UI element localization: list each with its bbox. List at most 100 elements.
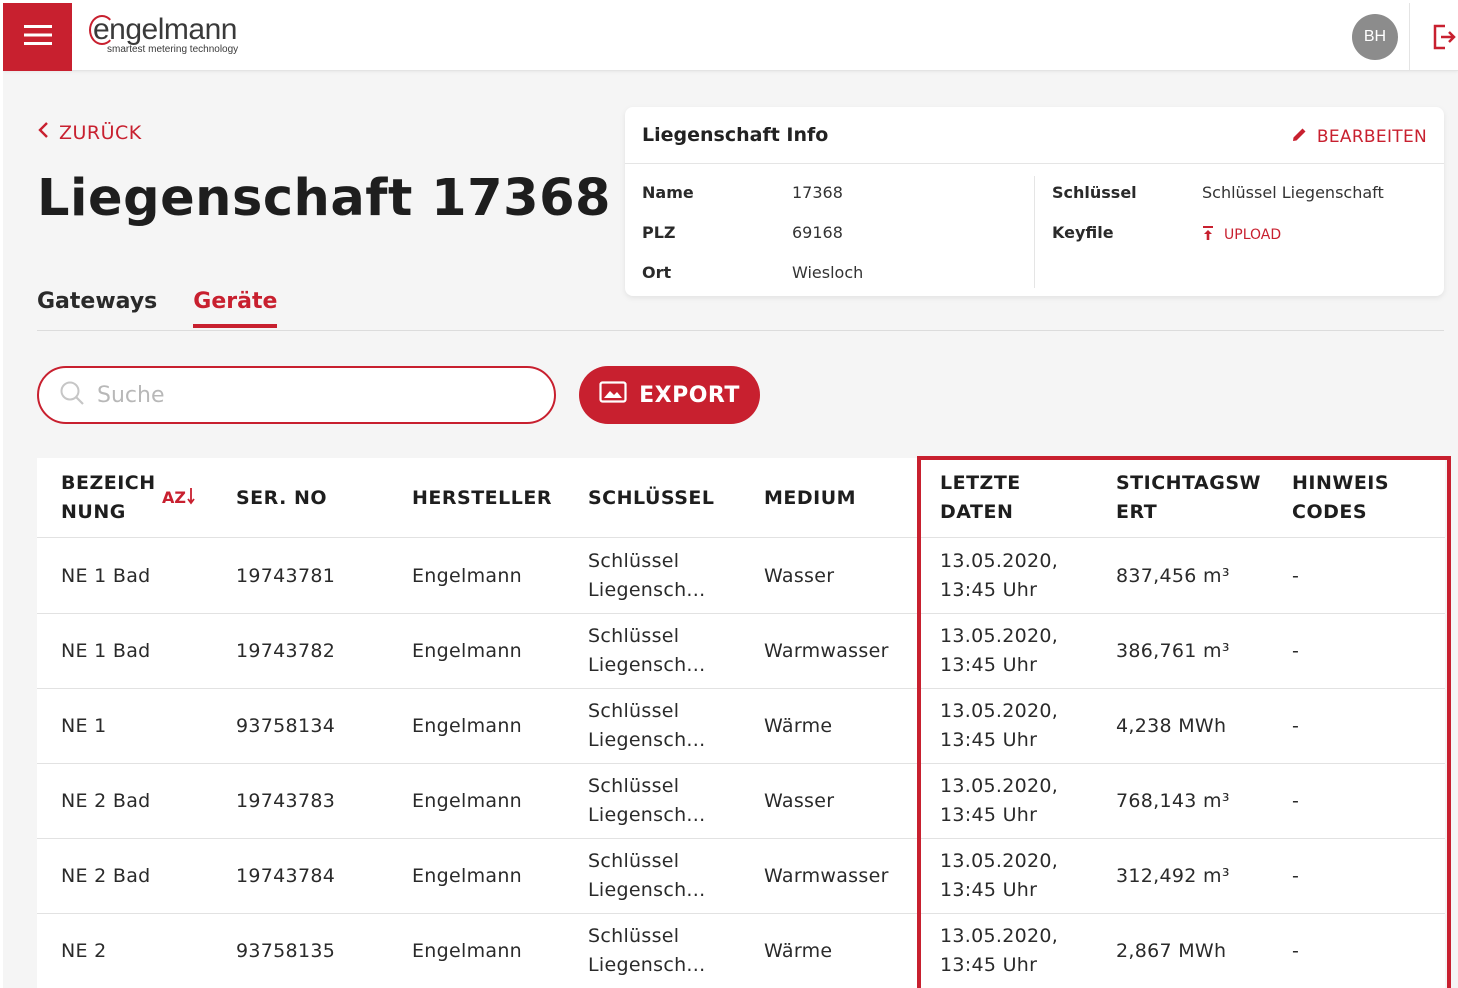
cell-schluessel: Schlüssel Liegensch... [588,700,706,751]
back-link[interactable]: ZURÜCK [37,121,142,144]
topbar-divider [1409,3,1410,71]
cell-hinweis-codes: - [1292,865,1300,887]
cell-ser-no: 19743784 [236,865,336,887]
cell-schluessel: Schlüssel Liegensch... [588,775,706,826]
col-schluessel[interactable]: SCHLÜSSEL [588,484,715,513]
cell-hinweis-codes: - [1292,790,1300,812]
page-title: Liegenschaft 17368 [37,169,612,228]
col-letzte-daten[interactable]: LETZTE DATEN [940,469,1021,527]
chevron-left-icon [37,121,49,144]
cell-bezeichnung: NE 2 Bad [61,865,151,887]
cell-schluessel: Schlüssel Liegensch... [588,850,706,901]
cell-medium: Warmwasser [764,640,889,662]
cell-stichtagswert: 312,492 m³ [1116,865,1230,887]
back-label: ZURÜCK [59,121,142,144]
cell-hersteller: Engelmann [412,865,523,887]
cell-letzte-daten: 13.05.2020, 13:45 Uhr [940,550,1059,601]
cell-ser-no: 19743782 [236,640,336,662]
cell-hinweis-codes: - [1292,940,1300,962]
edit-label: BEARBEITEN [1316,127,1427,147]
cell-medium: Wasser [764,565,835,587]
cell-medium: Wasser [764,790,835,812]
tabs-divider [37,330,1444,331]
search-input[interactable] [97,382,517,408]
cell-schluessel: Schlüssel Liegensch... [588,925,706,976]
logout-button[interactable] [1431,23,1457,55]
cell-medium: Wärme [764,715,833,737]
plz-label: PLZ [642,223,676,242]
ort-value: Wiesloch [792,263,864,282]
cell-stichtagswert: 2,867 MWh [1116,940,1227,962]
upload-button[interactable]: UPLOAD [1202,225,1281,245]
name-label: Name [642,183,694,202]
export-button[interactable]: EXPORT [579,366,760,424]
export-label: EXPORT [639,382,740,408]
cell-ser-no: 93758134 [236,715,336,737]
tab-bar: Gateways Geräte [37,289,278,328]
table-row[interactable]: NE 1 Bad 19743782 Engelmann Schlüssel Li… [37,614,1445,689]
engelmann-logo[interactable]: engelmann smartest metering technology [89,13,238,63]
info-card-separator [1034,176,1035,288]
cell-schluessel: Schlüssel Liegensch... [588,550,706,601]
sort-alpha-icon[interactable]: AZ [162,487,195,507]
cell-hinweis-codes: - [1292,565,1300,587]
cell-letzte-daten: 13.05.2020, 13:45 Uhr [940,925,1059,976]
search-icon [59,380,85,410]
cell-hinweis-codes: - [1292,640,1300,662]
col-hinweis-codes[interactable]: HINWEIS CODES [1292,469,1389,527]
table-row[interactable]: NE 1 93758134 Engelmann Schlüssel Liegen… [37,689,1445,764]
col-bezeichnung[interactable]: BEZEICH NUNG [61,469,156,527]
cell-ser-no: 19743781 [236,565,336,587]
cell-bezeichnung: NE 2 [61,940,107,962]
cell-medium: Warmwasser [764,865,889,887]
cell-stichtagswert: 768,143 m³ [1116,790,1230,812]
table-row[interactable]: NE 2 93758135 Engelmann Schlüssel Liegen… [37,914,1445,988]
plz-value: 69168 [792,223,843,242]
menu-button[interactable] [3,3,72,71]
cell-letzte-daten: 13.05.2020, 13:45 Uhr [940,625,1059,676]
cell-hersteller: Engelmann [412,640,523,662]
table-row[interactable]: NE 2 Bad 19743784 Engelmann Schlüssel Li… [37,839,1445,914]
edit-button[interactable]: BEARBEITEN [1291,126,1427,148]
cell-hersteller: Engelmann [412,790,523,812]
col-medium[interactable]: MEDIUM [764,484,856,513]
schluessel-value: Schlüssel Liegenschaft [1202,183,1384,202]
name-value: 17368 [792,183,843,202]
cell-letzte-daten: 13.05.2020, 13:45 Uhr [940,700,1059,751]
tab-gateways[interactable]: Gateways [37,289,157,328]
keyfile-label: Keyfile [1052,223,1114,242]
app-frame: engelmann smartest metering technology B… [3,3,1458,988]
cell-bezeichnung: NE 2 Bad [61,790,151,812]
cell-bezeichnung: NE 1 Bad [61,565,151,587]
devices-table: BEZEICH NUNG AZ SER. NO HERSTELLER SCHLÜ… [37,458,1445,988]
col-hersteller[interactable]: HERSTELLER [412,484,552,513]
table-header: BEZEICH NUNG AZ SER. NO HERSTELLER SCHLÜ… [37,458,1445,538]
top-bar: engelmann smartest metering technology B… [3,3,1458,71]
cell-hersteller: Engelmann [412,940,523,962]
col-stichtagswert[interactable]: STICHTAGSW ERT [1116,469,1261,527]
cell-schluessel: Schlüssel Liegensch... [588,625,706,676]
search-field[interactable] [37,366,556,424]
cell-ser-no: 19743783 [236,790,336,812]
cell-ser-no: 93758135 [236,940,336,962]
col-ser-no[interactable]: SER. NO [236,484,327,513]
cell-bezeichnung: NE 1 [61,715,107,737]
menu-icon [23,23,53,51]
cell-hinweis-codes: - [1292,715,1300,737]
cell-bezeichnung: NE 1 Bad [61,640,151,662]
upload-label: UPLOAD [1224,227,1282,243]
table-row[interactable]: NE 1 Bad 19743781 Engelmann Schlüssel Li… [37,539,1445,614]
cell-hersteller: Engelmann [412,565,523,587]
ort-label: Ort [642,263,672,282]
liegenschaft-info-card: Liegenschaft Info BEARBEITEN Name 17368 … [625,107,1444,296]
sort-label: AZ [162,488,186,507]
info-card-title: Liegenschaft Info [642,124,829,146]
table-row[interactable]: NE 2 Bad 19743783 Engelmann Schlüssel Li… [37,764,1445,839]
logout-icon [1431,24,1457,55]
image-icon [599,381,627,409]
avatar[interactable]: BH [1352,14,1398,60]
cell-medium: Wärme [764,940,833,962]
pencil-icon [1291,126,1308,148]
tab-geraete[interactable]: Geräte [193,289,278,328]
cell-stichtagswert: 837,456 m³ [1116,565,1230,587]
